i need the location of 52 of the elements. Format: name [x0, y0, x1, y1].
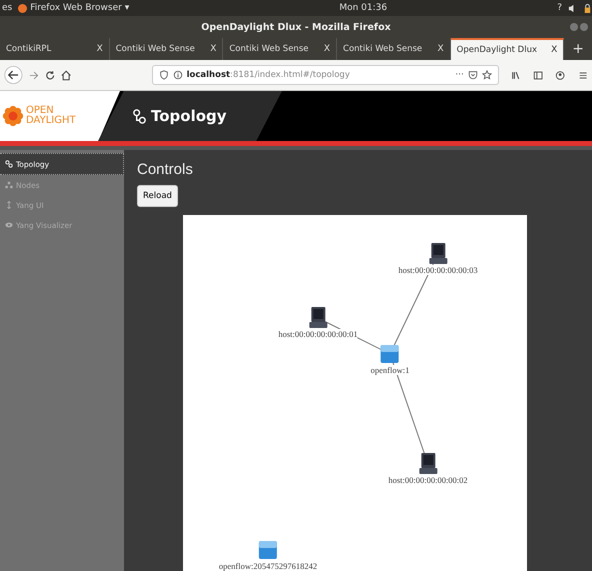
- node-label: host:00:00:00:00:00:01: [278, 329, 358, 339]
- close-tab-button[interactable]: X: [210, 44, 216, 54]
- shield-icon[interactable]: [158, 70, 169, 80]
- controls-heading: Controls: [137, 161, 193, 178]
- back-button[interactable]: [4, 65, 23, 85]
- reload-button[interactable]: Reload: [137, 185, 178, 207]
- logo-text: DAYLIGHT: [26, 116, 76, 126]
- sitemap-icon: [5, 181, 13, 189]
- new-tab-button[interactable]: +: [564, 41, 592, 57]
- reload-icon[interactable]: [45, 70, 56, 80]
- flower-icon: [2, 105, 24, 127]
- home-icon[interactable]: [61, 70, 72, 80]
- fox-icon: [18, 4, 28, 12]
- browser-tab[interactable]: OpenDaylight Dlux X: [450, 38, 564, 60]
- window-title: OpenDaylight Dlux - Mozilla Firefox: [201, 22, 391, 32]
- info-icon[interactable]: [172, 70, 183, 80]
- address-bar[interactable]: localhost:8181/index.html#/topology ···: [152, 65, 499, 85]
- star-icon[interactable]: [482, 70, 492, 80]
- forward-button[interactable]: [28, 70, 40, 80]
- menu-icon[interactable]: [578, 70, 588, 80]
- topology-icon: [132, 108, 147, 124]
- computer-icon[interactable]: [428, 242, 448, 266]
- node-label: host:00:00:00:00:00:03: [398, 265, 478, 275]
- close-tab-button[interactable]: X: [437, 44, 444, 54]
- clock[interactable]: Mon 01:36: [299, 3, 388, 13]
- lock-icon[interactable]: [583, 4, 592, 12]
- node-label: openflow:1: [370, 365, 410, 375]
- app-menu[interactable]: Firefox Web Browser ▾: [18, 3, 130, 13]
- link-icon: [5, 160, 13, 168]
- page-actions-button[interactable]: ···: [455, 70, 464, 80]
- sidebar-icon[interactable]: [533, 70, 544, 80]
- computer-icon[interactable]: [308, 306, 328, 330]
- node-label: openflow:205475297618242: [218, 561, 318, 571]
- close-tab-button[interactable]: X: [96, 44, 103, 54]
- minimize-button[interactable]: [570, 23, 578, 31]
- close-tab-button[interactable]: X: [551, 45, 558, 55]
- arrows-icon: [5, 201, 13, 209]
- switch-icon[interactable]: [258, 538, 278, 562]
- url-text: localhost:8181/index.html#/topology: [186, 70, 351, 80]
- logo-text: OPEN: [26, 106, 54, 116]
- pocket-icon[interactable]: [468, 70, 478, 80]
- eye-icon: [5, 221, 13, 229]
- account-icon[interactable]: [555, 70, 566, 80]
- switch-icon[interactable]: [380, 342, 400, 366]
- maximize-button[interactable]: [580, 23, 588, 31]
- activities-label[interactable]: es: [2, 3, 12, 13]
- library-icon[interactable]: [510, 70, 522, 80]
- computer-icon[interactable]: [418, 452, 438, 476]
- node-label: host:00:00:00:00:00:02: [388, 475, 468, 485]
- page-title: Topology: [151, 107, 227, 125]
- close-tab-button[interactable]: X: [324, 44, 330, 54]
- help-indicator[interactable]: ?: [557, 3, 562, 13]
